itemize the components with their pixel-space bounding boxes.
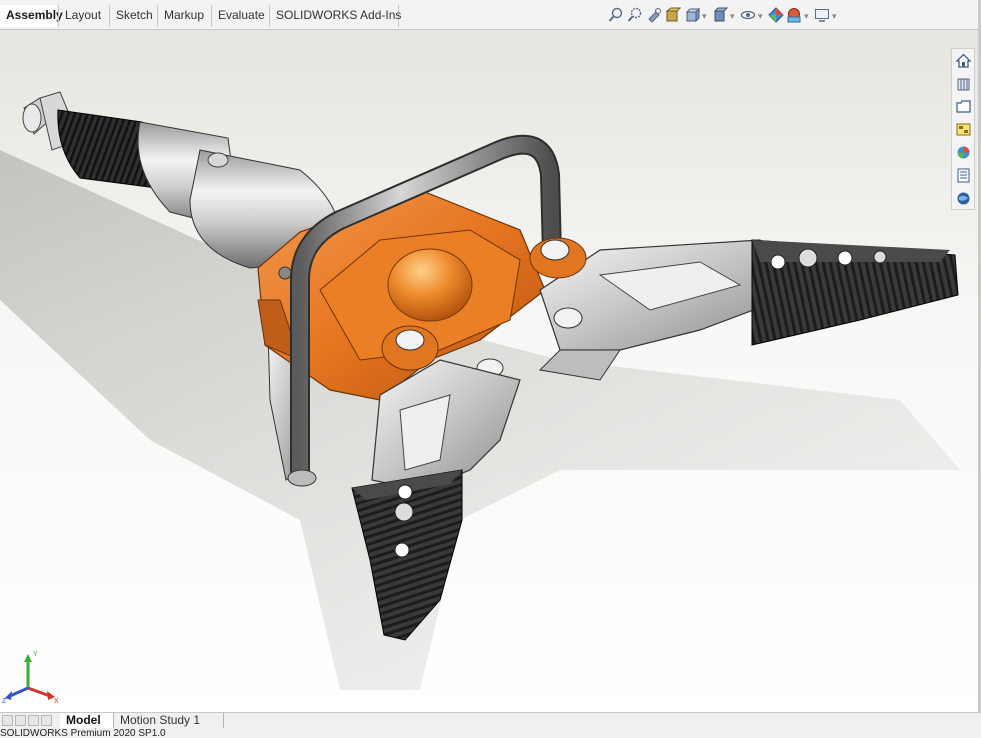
view-orientation-icon[interactable] [684,7,700,23]
appearances-icon[interactable] [955,144,972,161]
triad-z-label: Z [2,698,7,705]
design-library-icon[interactable] [955,75,972,92]
tab-sketch[interactable]: Sketch [109,5,156,27]
next-tab-arrow-icon[interactable] [28,715,39,726]
solidworks-forum-icon[interactable] [955,190,972,207]
rescue-spreader-model[interactable] [0,30,978,712]
triad-y-label: Y [33,651,38,658]
apply-scene-icon[interactable] [786,7,802,23]
tab-solidworks-add-ins[interactable]: SOLIDWORKS Add-Ins [269,5,401,27]
apply-scene-dropdown-icon[interactable]: ▾ [804,11,809,22]
heads-up-view-toolbar: ▾ ▾ ▾ ▾ ▾ [608,7,868,25]
previous-view-icon[interactable] [646,7,662,23]
triad-x-label: X [54,698,59,705]
home-icon[interactable] [955,52,972,69]
command-manager-tabs: Assembly Layout Sketch Markup Evaluate S… [0,0,981,30]
tab-markup[interactable]: Markup [157,5,210,27]
edit-appearance-icon[interactable] [768,7,784,23]
previous-tab-arrow-icon[interactable] [15,715,26,726]
zoom-to-area-icon[interactable] [627,7,643,23]
reference-triad: Y X Z [2,651,59,705]
section-view-icon[interactable] [665,7,681,23]
display-style-icon[interactable] [712,7,728,23]
view-settings-dropdown-icon[interactable]: ▾ [832,11,837,22]
last-tab-arrow-icon[interactable] [41,715,52,726]
custom-properties-icon[interactable] [955,167,972,184]
status-bar-text: SOLIDWORKS Premium 2020 SP1.0 [0,728,166,738]
hide-show-dropdown-icon[interactable]: ▾ [758,11,763,22]
status-bar: SOLIDWORKS Premium 2020 SP1.0 [0,728,981,738]
task-pane-tabs [951,48,975,210]
file-explorer-icon[interactable] [955,98,972,115]
zoom-to-fit-icon[interactable] [608,7,624,23]
tab-evaluate[interactable]: Evaluate [211,5,268,27]
display-style-dropdown-icon[interactable]: ▾ [730,11,735,22]
tab-motion-study-1[interactable]: Motion Study 1 [114,713,224,729]
view-palette-icon[interactable] [955,121,972,138]
tab-layout[interactable]: Layout [58,5,108,27]
tab-model[interactable]: Model [60,713,114,729]
first-tab-arrow-icon[interactable] [2,715,13,726]
bottom-model-tabs: Model Motion Study 1 [0,712,981,729]
hide-show-items-icon[interactable] [740,7,756,23]
view-settings-icon[interactable] [814,7,830,23]
solidworks-window: Assembly Layout Sketch Markup Evaluate S… [0,0,981,738]
view-orientation-dropdown-icon[interactable]: ▾ [702,11,707,22]
tab-assembly[interactable]: Assembly [0,5,63,27]
graphics-area[interactable]: Y X Z [0,30,978,712]
upper-jaw [751,239,959,346]
